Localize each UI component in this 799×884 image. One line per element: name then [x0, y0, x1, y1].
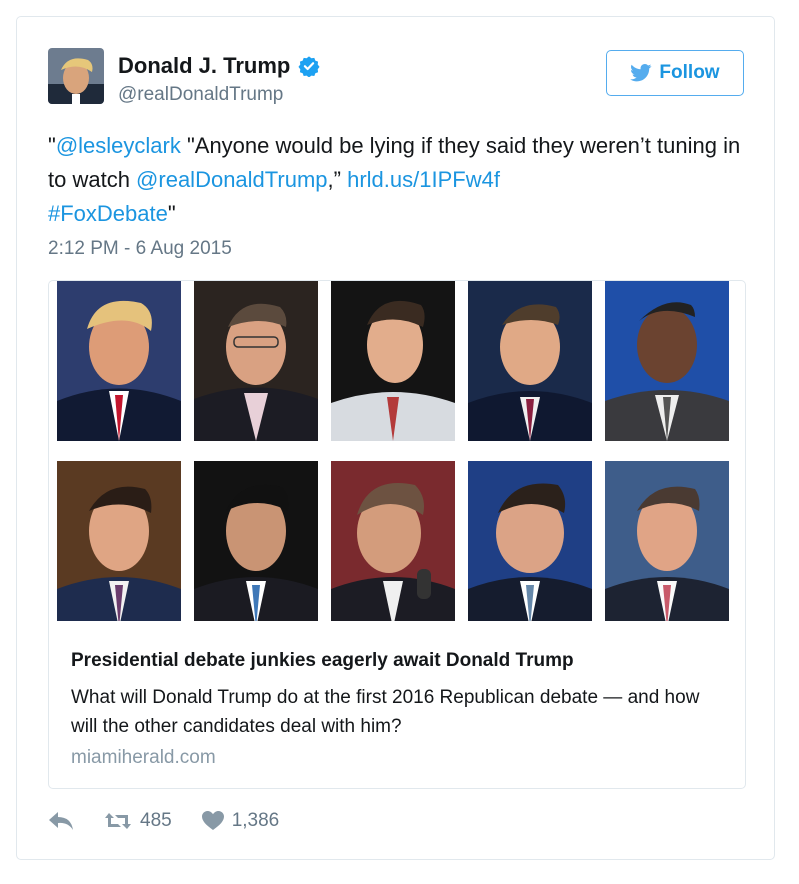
link-card[interactable]: Presidential debate junkies eagerly awai…	[48, 280, 746, 789]
heart-icon	[201, 811, 224, 830]
like-button[interactable]: 1,386	[201, 810, 280, 832]
mention-link-2[interactable]: @realDonaldTrump	[136, 167, 327, 192]
user-handle[interactable]: @realDonaldTrump	[118, 84, 283, 106]
candidate-photo	[194, 281, 318, 441]
candidate-photo	[468, 461, 592, 621]
display-name[interactable]: Donald J. Trump	[118, 53, 290, 79]
candidate-photo	[468, 281, 592, 441]
candidate-photo-grid	[57, 281, 741, 628]
card-description: What will Donald Trump do at the first 2…	[71, 687, 700, 737]
name-row: Donald J. Trump	[118, 53, 320, 79]
candidate-photo	[605, 281, 729, 441]
card-domain: miamiherald.com	[71, 747, 216, 768]
retweet-button[interactable]: 485	[104, 810, 172, 832]
hashtag-link[interactable]: #FoxDebate	[48, 201, 168, 226]
candidate-photo	[57, 461, 181, 621]
retweet-count: 485	[140, 810, 172, 831]
url-link[interactable]: hrld.us/1IPFw4f	[347, 167, 500, 192]
follow-button[interactable]: Follow	[606, 50, 744, 96]
like-count: 1,386	[231, 810, 280, 831]
tweet-text-part2: ,”	[327, 167, 348, 192]
candidate-photo	[57, 281, 181, 441]
candidate-photo	[331, 281, 455, 441]
follow-label: Follow	[659, 62, 720, 83]
card-title[interactable]: Presidential debate junkies eagerly awai…	[71, 650, 574, 672]
twitter-bird-icon	[630, 64, 652, 82]
candidate-photo	[331, 461, 455, 621]
avatar[interactable]	[48, 48, 104, 104]
open-quote: "	[48, 133, 56, 158]
verified-badge-icon	[298, 56, 320, 77]
reply-button[interactable]	[48, 811, 74, 831]
mention-link[interactable]: @lesleyclark	[56, 133, 181, 158]
tweet-text: "@lesleyclark "Anyone would be lying if …	[48, 129, 748, 231]
retweet-icon	[105, 813, 131, 829]
tweet-timestamp[interactable]: 2:12 PM - 6 Aug 2015	[48, 238, 232, 260]
reply-icon	[49, 812, 73, 830]
close-quote: "	[167, 201, 176, 226]
tweet-actions: 485 1,386	[48, 810, 279, 832]
tweet-card: Donald J. Trump @realDonaldTrump Follow …	[16, 16, 775, 860]
candidate-photo	[194, 461, 318, 621]
candidate-photo	[605, 461, 729, 621]
